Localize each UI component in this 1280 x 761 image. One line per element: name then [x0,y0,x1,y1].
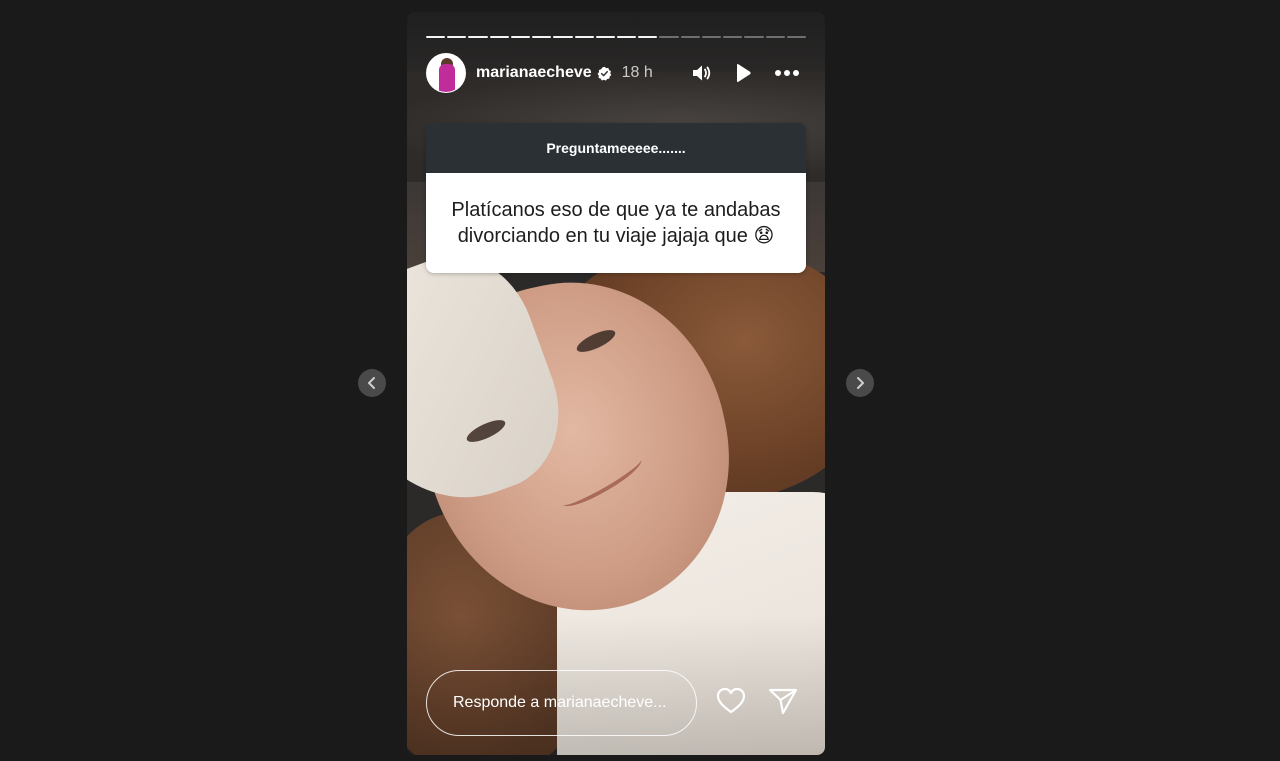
username[interactable]: marianaecheve [476,64,592,82]
progress-segment [786,36,806,38]
more-options-icon[interactable] [774,69,800,77]
progress-segment [659,36,679,38]
progress-segment [595,36,615,38]
progress-segment [489,36,509,38]
verified-badge-icon [597,66,611,81]
progress-segment [680,36,700,38]
send-icon[interactable] [768,687,798,715]
story-viewer: marianaecheve 18 h Preguntameeeee.......… [0,0,1280,761]
progress-segment [616,36,637,38]
story-progress-bar [426,36,806,38]
question-sticker-text: Platícanos eso de que ya te andabas divo… [426,173,806,273]
progress-segment [701,36,722,38]
reply-input[interactable]: Responde a marianaecheve... [426,670,697,736]
question-sticker-title: Preguntameeeee....... [426,123,806,173]
progress-segment [510,36,531,38]
post-time: 18 h [621,64,653,81]
progress-segment [638,36,658,38]
question-sticker[interactable]: Preguntameeeee....... Platícanos eso de … [426,123,806,273]
avatar[interactable] [426,53,466,93]
progress-segment [744,36,764,38]
previous-story-button[interactable] [358,369,386,397]
play-icon[interactable] [734,63,752,83]
chevron-right-icon [857,377,864,389]
chevron-left-icon [368,377,375,389]
progress-segment [468,36,488,38]
progress-segment [532,36,552,38]
progress-segment [765,36,785,38]
progress-segment [447,36,467,38]
progress-segment [553,36,573,38]
progress-segment [574,36,594,38]
progress-segment [723,36,743,38]
story-header: marianaecheve 18 h [426,53,806,93]
next-story-button[interactable] [846,369,874,397]
heart-icon[interactable] [716,687,746,715]
sound-icon[interactable] [692,64,712,82]
story-card[interactable]: marianaecheve 18 h Preguntameeeee.......… [407,12,825,755]
progress-segment [426,36,446,38]
